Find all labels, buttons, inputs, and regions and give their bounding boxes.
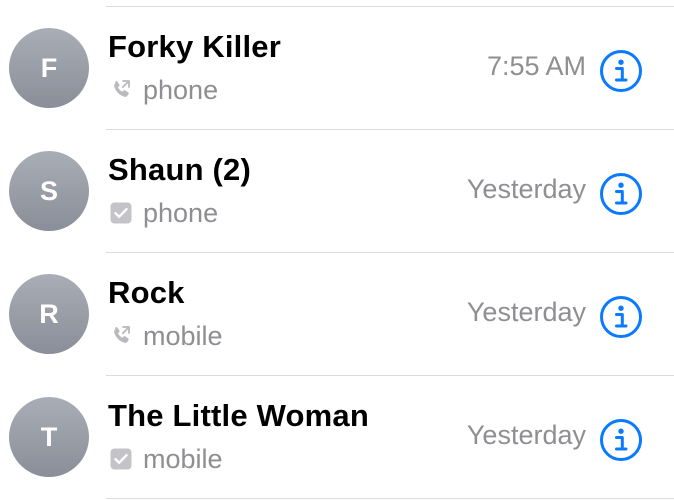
call-time: Yesterday <box>466 174 586 204</box>
row-separator <box>106 498 674 499</box>
avatar-initial: F <box>40 52 58 83</box>
avatar-initial: T <box>40 421 58 452</box>
avatar-initial: S <box>39 175 58 206</box>
outgoing-call-icon <box>108 324 133 349</box>
contact-name: Rock <box>108 275 185 310</box>
call-time: Yesterday <box>466 297 586 327</box>
call-type: phone <box>108 197 218 229</box>
info-button[interactable] <box>599 172 643 216</box>
avatar: T <box>9 397 89 477</box>
call-time: 7:55 AM <box>486 51 586 81</box>
outgoing-call-icon <box>108 78 133 103</box>
avatar: F <box>9 28 89 108</box>
call-row[interactable]: F Forky Killer phone 7:55 AM <box>0 7 674 130</box>
call-type-label: phone <box>143 74 219 105</box>
info-button[interactable] <box>599 418 643 462</box>
call-type: mobile <box>108 443 223 475</box>
call-type: phone <box>108 74 218 106</box>
info-icon <box>600 296 642 338</box>
avatar: S <box>9 151 89 231</box>
avatar: R <box>9 274 89 354</box>
call-type-label: phone <box>143 197 219 228</box>
call-row[interactable]: R Rock mobile Yesterday <box>0 253 674 376</box>
contact-name: The Little Woman <box>108 398 369 433</box>
call-type: mobile <box>108 320 223 352</box>
info-icon <box>600 50 642 92</box>
call-row[interactable]: T The Little Woman mobile Yesterday <box>0 376 674 499</box>
info-icon <box>600 419 642 461</box>
avatar-initial: R <box>39 298 59 329</box>
info-icon <box>600 173 642 215</box>
info-button[interactable] <box>599 49 643 93</box>
checkbox-icon <box>108 201 133 226</box>
call-type-label: mobile <box>143 443 223 474</box>
checkbox-icon <box>108 447 133 472</box>
recent-calls-list: F Forky Killer phone 7:55 AM S Shaun (2)… <box>0 7 674 499</box>
call-time: Yesterday <box>466 420 586 450</box>
info-button[interactable] <box>599 295 643 339</box>
call-type-label: mobile <box>143 320 223 351</box>
contact-name: Shaun (2) <box>108 152 252 187</box>
call-row[interactable]: S Shaun (2) phone Yesterday <box>0 130 674 253</box>
contact-name: Forky Killer <box>108 29 281 64</box>
